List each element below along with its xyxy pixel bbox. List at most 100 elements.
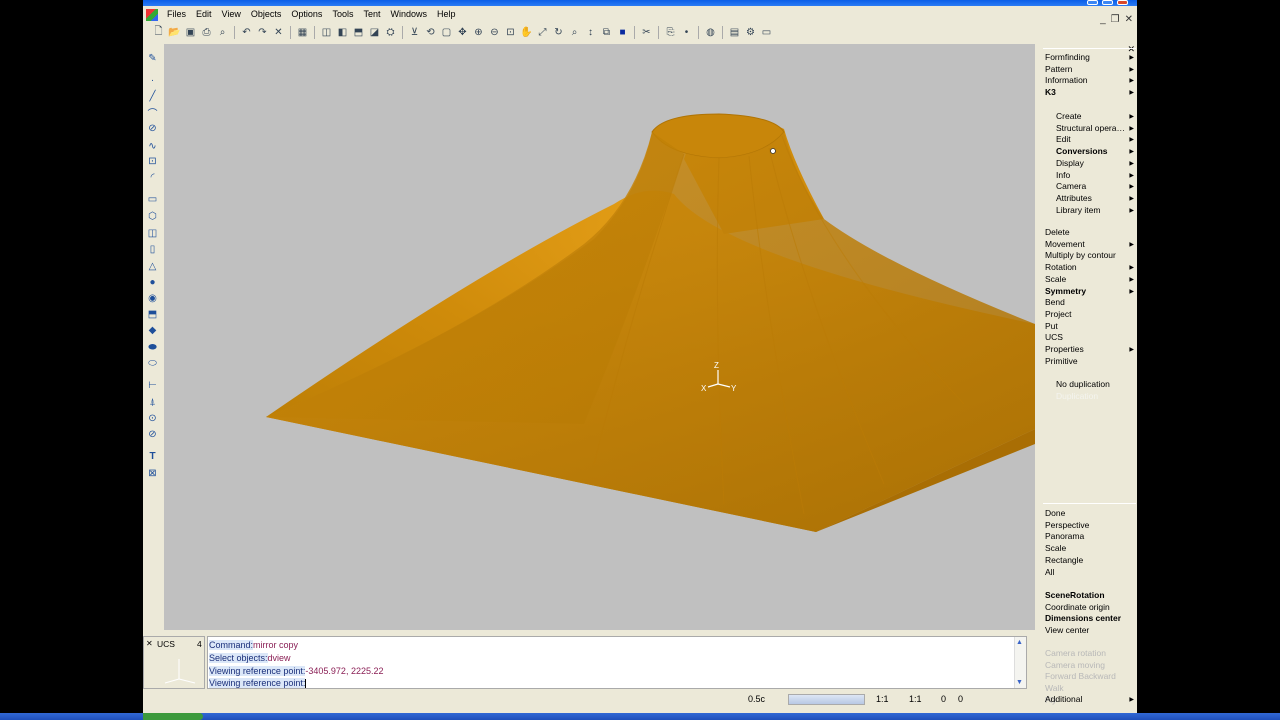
menu-tent[interactable]: Tent: [358, 7, 385, 22]
view-option-rectangle[interactable]: Rectangle: [1045, 555, 1083, 565]
status-slider[interactable]: [788, 694, 865, 705]
panel-subitem-conversions[interactable]: Conversions: [1056, 146, 1108, 156]
measure-icon[interactable]: ↕: [583, 25, 598, 40]
panel-subitem-display[interactable]: Display: [1056, 158, 1084, 168]
polygon-icon[interactable]: ⬡: [146, 210, 159, 223]
menu-windows[interactable]: Windows: [385, 7, 432, 22]
point-icon[interactable]: ·: [146, 74, 159, 87]
view-iso-icon[interactable]: ⬒: [351, 25, 366, 40]
rectangle-icon[interactable]: ▭: [146, 193, 159, 206]
start-button[interactable]: [143, 713, 203, 720]
panel-action-properties[interactable]: Properties: [1045, 344, 1084, 354]
view-option-panorama[interactable]: Panorama: [1045, 531, 1084, 541]
view-option-all[interactable]: All: [1045, 567, 1054, 577]
panel-action-symmetry[interactable]: Symmetry: [1045, 286, 1086, 296]
zoom-extents-icon[interactable]: ⤢: [535, 25, 550, 40]
panel-subitem-edit[interactable]: Edit: [1056, 134, 1071, 144]
undo-icon[interactable]: ↶: [239, 25, 254, 40]
panel-action-primitive[interactable]: Primitive: [1045, 356, 1078, 366]
panel-action-ucs[interactable]: UCS: [1045, 332, 1063, 342]
panel-action-bend[interactable]: Bend: [1045, 297, 1065, 307]
save-icon[interactable]: ▣: [183, 25, 198, 40]
cone-icon[interactable]: △: [146, 260, 159, 273]
pick-icon[interactable]: ✎: [146, 52, 159, 65]
zoom-region-icon[interactable]: ⌕: [567, 25, 582, 40]
camera-icon[interactable]: ▤: [727, 25, 742, 40]
menu-edit[interactable]: Edit: [191, 7, 217, 22]
panel-item-information[interactable]: Information: [1045, 75, 1088, 85]
command-scrollbar[interactable]: ▲ ▼: [1014, 637, 1026, 688]
panel-action-delete[interactable]: Delete: [1045, 227, 1070, 237]
panel-subitem-attributes[interactable]: Attributes: [1056, 193, 1092, 203]
zoom-window-icon[interactable]: ⊡: [503, 25, 518, 40]
panel-action-movement[interactable]: Movement: [1045, 239, 1085, 249]
print-preview-icon[interactable]: ⌕: [215, 25, 230, 40]
scene-option-scenerotation[interactable]: SceneRotation: [1045, 590, 1105, 600]
loft-icon[interactable]: ⬬: [146, 341, 159, 354]
panel-action-rotation[interactable]: Rotation: [1045, 262, 1077, 272]
view-option-scale[interactable]: Scale: [1045, 543, 1066, 553]
hatch-icon[interactable]: ⊠: [146, 467, 159, 480]
angle-icon[interactable]: ⊙: [146, 412, 159, 425]
rotate-icon[interactable]: ↻: [551, 25, 566, 40]
menu-objects[interactable]: Objects: [246, 7, 287, 22]
command-history[interactable]: Command:mirror copy Select objects:dview…: [207, 636, 1027, 689]
circle-icon[interactable]: ⊘: [146, 122, 159, 135]
revolve-icon[interactable]: ◆: [146, 324, 159, 337]
view-option-done[interactable]: Done: [1045, 508, 1065, 518]
panel-action-put[interactable]: Put: [1045, 321, 1058, 331]
panel-action-project[interactable]: Project: [1045, 309, 1071, 319]
minimize-window-button[interactable]: [1087, 0, 1098, 5]
scene-option-view-center[interactable]: View center: [1045, 625, 1089, 635]
panel-item-additional[interactable]: Additional: [1045, 694, 1082, 704]
orbit-icon[interactable]: ⟲: [423, 25, 438, 40]
3d-viewport[interactable]: Z X Y: [164, 44, 1035, 630]
menu-tools[interactable]: Tools: [327, 7, 358, 22]
panel-subitem-info[interactable]: Info: [1056, 170, 1070, 180]
curve-icon[interactable]: ◜: [146, 171, 159, 184]
print-icon[interactable]: ⎙: [199, 25, 214, 40]
panel-subitem-camera[interactable]: Camera: [1056, 181, 1086, 191]
window-icon[interactable]: ▭: [759, 25, 774, 40]
ucs-close-icon[interactable]: ✕: [146, 639, 153, 648]
new-icon[interactable]: 🗋: [151, 25, 166, 40]
layer-icon[interactable]: ⧉: [599, 25, 614, 40]
open-icon[interactable]: 📂: [167, 25, 182, 40]
render-icon[interactable]: ⛭: [383, 25, 398, 40]
filter-icon[interactable]: ⊻: [407, 25, 422, 40]
duplication-option-no-duplication[interactable]: No duplication: [1056, 379, 1110, 389]
panel-item-k3[interactable]: K3: [1045, 87, 1056, 97]
torus-icon[interactable]: ◉: [146, 292, 159, 305]
panel-subitem-create[interactable]: Create: [1056, 111, 1082, 121]
close-window-button[interactable]: [1117, 0, 1128, 5]
box-icon[interactable]: ◫: [146, 227, 159, 240]
dimension-icon[interactable]: ⊢: [146, 379, 159, 392]
text-icon[interactable]: T: [146, 450, 159, 463]
panel-action-multiply-by-contour[interactable]: Multiply by contour: [1045, 250, 1116, 260]
panel-item-pattern[interactable]: Pattern: [1045, 64, 1072, 74]
shade-icon[interactable]: ◍: [703, 25, 718, 40]
panel-subitem-structural-opera[interactable]: Structural opera…: [1056, 123, 1125, 133]
grid-icon[interactable]: ▦: [295, 25, 310, 40]
polyline-icon[interactable]: ⊡: [146, 155, 159, 168]
duplication-option-duplication[interactable]: Duplication: [1056, 391, 1098, 401]
delete-icon[interactable]: ✕: [271, 25, 286, 40]
scene-option-dimensions-center[interactable]: Dimensions center: [1045, 613, 1121, 623]
view-option-perspective[interactable]: Perspective: [1045, 520, 1089, 530]
select-icon[interactable]: ▢: [439, 25, 454, 40]
cylinder-icon[interactable]: ▯: [146, 243, 159, 256]
view-3d-icon[interactable]: ◪: [367, 25, 382, 40]
arc-icon[interactable]: ⌒: [146, 106, 159, 120]
attach-icon[interactable]: ⎘: [663, 25, 678, 40]
menu-help[interactable]: Help: [432, 7, 461, 22]
panel-action-scale[interactable]: Scale: [1045, 274, 1066, 284]
view-side-icon[interactable]: ◧: [335, 25, 350, 40]
vertex-marker[interactable]: [770, 148, 776, 154]
zoom-in-icon[interactable]: ⊕: [471, 25, 486, 40]
radius-icon[interactable]: ⊘: [146, 428, 159, 441]
extrude-icon[interactable]: ⬒: [146, 308, 159, 321]
view-front-icon[interactable]: ◫: [319, 25, 334, 40]
point-icon[interactable]: •: [679, 25, 694, 40]
app-logo-icon[interactable]: [146, 8, 158, 21]
settings-icon[interactable]: ⚙: [743, 25, 758, 40]
